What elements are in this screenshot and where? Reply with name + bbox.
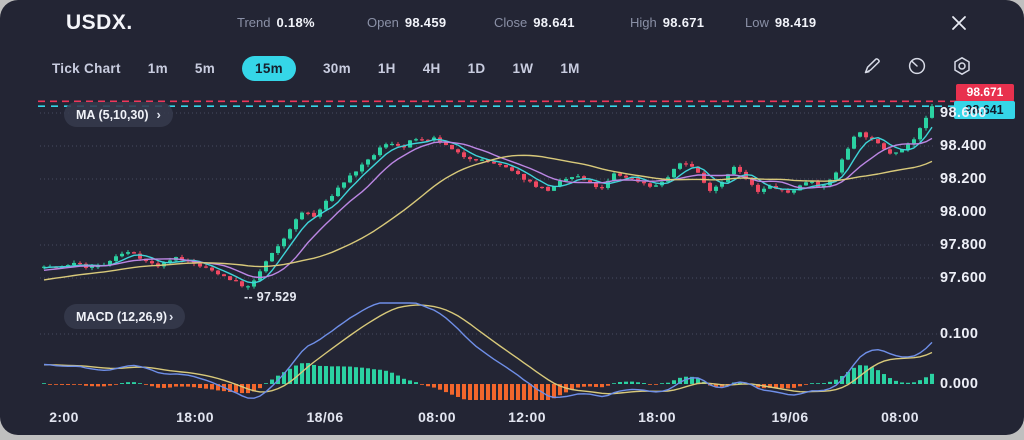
price-axis-label: 98.000: [940, 204, 987, 220]
price-axis-label: 97.800: [940, 237, 987, 253]
time-axis-label: 08:00: [418, 409, 456, 425]
price-axis-label: 97.600: [940, 270, 987, 286]
time-axis-label: 18:00: [638, 409, 676, 425]
time-axis-label: 19/06: [771, 409, 808, 425]
chevron-right-icon: ›: [156, 107, 160, 122]
macd-axis-label: 0.000: [940, 376, 978, 392]
time-axis-label: 08:00: [881, 409, 919, 425]
price-axis-label: 98.600: [940, 105, 987, 121]
low-price-annotation: -- 97.529: [244, 290, 297, 304]
ma-indicator-label: MA (5,10,30): [76, 108, 148, 122]
macd-indicator-label: MACD (12,26,9): [76, 310, 167, 324]
time-axis-label: 2:00: [49, 409, 79, 425]
price-axis-label: 98.400: [940, 138, 987, 154]
high-price-badge: 98.671: [956, 84, 1014, 101]
chevron-right-icon: ›: [169, 309, 173, 324]
time-axis-label: 18/06: [306, 409, 343, 425]
trading-chart-window: USDX. Trend0.18%Open98.459Close98.641Hig…: [0, 0, 1024, 435]
macd-axis-label: 0.100: [940, 326, 978, 342]
macd-indicator-pill[interactable]: MACD (12,26,9) ›: [64, 304, 185, 329]
time-axis-label: 18:00: [176, 409, 214, 425]
chart-canvas[interactable]: [0, 0, 1024, 435]
price-axis-label: 98.200: [940, 171, 987, 187]
time-axis-label: 12:00: [508, 409, 546, 425]
ma-indicator-pill[interactable]: MA (5,10,30) ›: [64, 102, 173, 127]
